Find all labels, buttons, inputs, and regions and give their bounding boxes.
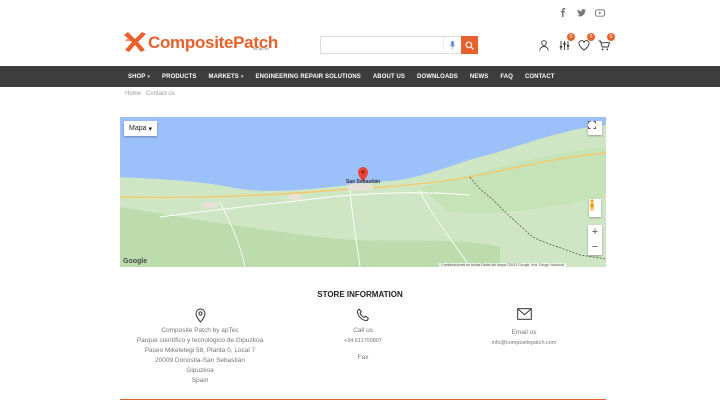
nav-contact[interactable]: CONTACT bbox=[525, 74, 555, 80]
google-logo: Google bbox=[123, 258, 148, 265]
compare-icon[interactable]: 0 bbox=[554, 33, 575, 52]
cart-badge: 0 bbox=[607, 33, 615, 41]
facebook-icon[interactable] bbox=[559, 4, 567, 17]
site-logo[interactable]: CompositePatch by apTec bbox=[122, 27, 278, 57]
address-line: Gipuzkoa bbox=[186, 367, 214, 374]
main-navigation: SHOP ▾ PRODUCTS MARKETS ▾ ENGINEERING REPA… bbox=[0, 66, 720, 87]
nav-engineering[interactable]: ENGINEERING REPAIR SOLUTIONS bbox=[256, 74, 361, 80]
cart-icon[interactable]: 0 bbox=[594, 33, 615, 52]
nav-about[interactable]: ABOUT US bbox=[373, 74, 405, 80]
nav-shop[interactable]: SHOP ▾ bbox=[128, 74, 150, 80]
zoom-out-button[interactable]: − bbox=[588, 240, 602, 255]
section-divider bbox=[120, 399, 606, 400]
email-label: Email us bbox=[511, 329, 537, 336]
store-info-title: STORE INFORMATION bbox=[317, 290, 403, 299]
account-icon[interactable] bbox=[534, 38, 554, 52]
zoom-controls: + − bbox=[588, 225, 602, 255]
map-tiles bbox=[120, 117, 606, 267]
nav-products[interactable]: PRODUCTS bbox=[162, 74, 196, 80]
map-city-label: San Sebastián bbox=[346, 179, 381, 185]
fax-label: Fax bbox=[357, 354, 369, 361]
street-view-pegman-icon[interactable] bbox=[589, 199, 601, 217]
nav-downloads[interactable]: DOWNLOADS bbox=[417, 74, 458, 80]
email-address[interactable]: info@compositepatch.com bbox=[474, 338, 574, 348]
call-label: Call us bbox=[353, 327, 373, 334]
address-line: Composite Patch by apTec bbox=[161, 327, 239, 334]
microphone-icon[interactable] bbox=[443, 37, 461, 53]
phone-number[interactable]: +34 611700807 bbox=[313, 336, 413, 346]
search-input[interactable] bbox=[321, 37, 443, 53]
google-map[interactable]: San Sebastián Mapa ▾ + − Google Combinac… bbox=[120, 117, 606, 267]
search-button[interactable] bbox=[461, 36, 478, 54]
store-email-block: Email us info@compositepatch.com bbox=[474, 308, 574, 348]
fullscreen-icon[interactable] bbox=[588, 121, 602, 135]
breadcrumb: Home Contact us bbox=[125, 91, 175, 97]
logo-tagline: by apTec bbox=[253, 46, 270, 51]
nav-faq[interactable]: FAQ bbox=[500, 74, 513, 80]
nav-news[interactable]: NEWS bbox=[470, 74, 488, 80]
address-line: 20009 Donostia-San Sebastián bbox=[155, 357, 245, 364]
search-icon bbox=[465, 40, 474, 50]
search-bar bbox=[320, 36, 478, 54]
twitter-icon[interactable] bbox=[577, 4, 586, 17]
breadcrumb-current: Contact us bbox=[146, 91, 175, 97]
breadcrumb-home[interactable]: Home bbox=[125, 91, 141, 97]
youtube-icon[interactable] bbox=[595, 4, 605, 17]
address-line: Paseo Mikeletegi 58, Planta 0, Local 7 bbox=[144, 347, 256, 354]
nav-markets[interactable]: MARKETS ▾ bbox=[209, 74, 244, 80]
zoom-in-button[interactable]: + bbox=[588, 225, 602, 240]
map-attribution[interactable]: Combinaciones de teclas Datos del mapa ©… bbox=[439, 263, 566, 267]
chevron-down-icon: ▾ bbox=[147, 73, 151, 80]
store-address-block: Composite Patch by apTec Parque científi… bbox=[125, 308, 275, 386]
phone-icon bbox=[313, 308, 413, 324]
map-type-button[interactable]: Mapa ▾ bbox=[124, 121, 157, 136]
header-actions: 0 0 0 bbox=[534, 33, 615, 52]
address-line: Parque científico y tecnológico de Gipuz… bbox=[136, 337, 264, 344]
wishlist-icon[interactable]: 0 bbox=[574, 33, 595, 52]
map-marker-icon bbox=[125, 308, 275, 324]
store-phone-block: Call us +34 611700807 Fax bbox=[313, 308, 413, 363]
logo-mark-icon bbox=[122, 29, 148, 55]
address-line: Spain bbox=[191, 377, 209, 384]
chevron-down-icon: ▾ bbox=[240, 73, 244, 80]
envelope-icon bbox=[474, 308, 574, 324]
social-links bbox=[559, 4, 605, 17]
